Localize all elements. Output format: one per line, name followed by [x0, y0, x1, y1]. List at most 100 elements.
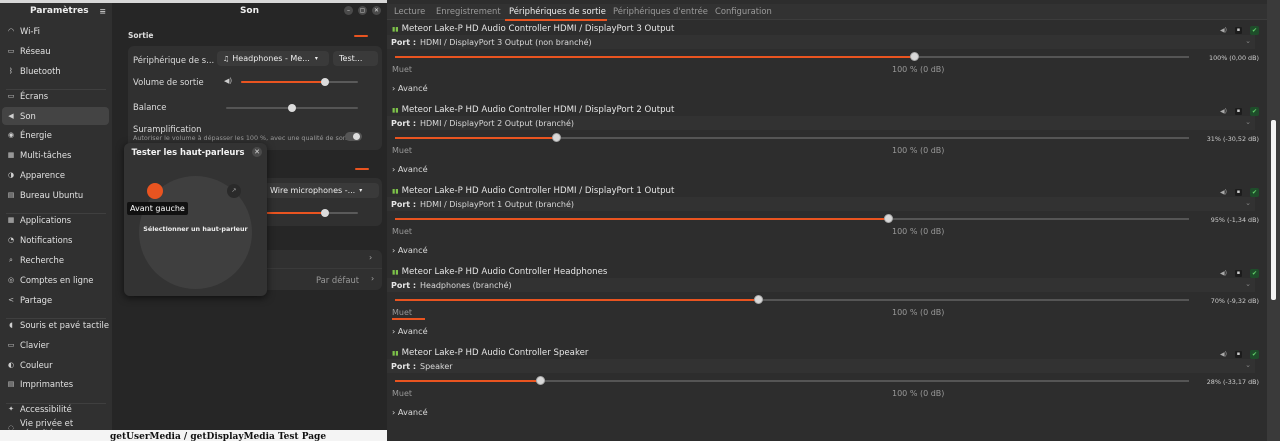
sidebar-item-label: Énergie	[20, 130, 52, 140]
port-selector[interactable]: Port : HDMI / DisplayPort 1 Output (branc…	[387, 197, 1255, 211]
sidebar-item-label: Multi-tâches	[20, 150, 72, 160]
volume-icon: ◀)	[224, 77, 233, 85]
sidebar-item-6[interactable]: ◉ Énergie	[2, 126, 109, 144]
volume-fill	[395, 56, 914, 58]
sidebar-item-12[interactable]: ⌕ Recherche	[2, 251, 109, 269]
device-controls: ◀) ▪ ✔	[1220, 269, 1259, 278]
sidebar-item-16[interactable]: ▭ Clavier	[2, 336, 109, 354]
sidebar-item-label: Wi-Fi	[20, 26, 40, 36]
close-icon[interactable]: ✕	[252, 147, 262, 157]
sound-card-icon: ▮▮	[392, 187, 399, 195]
input-volume-knob[interactable]	[321, 209, 330, 217]
default-value[interactable]: Par défaut	[316, 275, 359, 285]
advanced-expander[interactable]: › Avancé	[392, 245, 428, 255]
sidebar-item-label: Couleur	[20, 360, 53, 370]
port-selector[interactable]: Port : Headphones (branché) ⌄	[387, 278, 1255, 292]
volume-readout: 95% (-1,34 dB)	[1210, 216, 1259, 224]
volume-slider[interactable]	[395, 52, 1189, 61]
scrollbar[interactable]	[1267, 0, 1280, 441]
set-default-icon[interactable]: ✔	[1250, 188, 1259, 197]
apps-icon: ▦	[7, 216, 15, 224]
maximize-icon[interactable]: ▢	[358, 6, 367, 15]
device-controls: ◀) ▪ ✔	[1220, 26, 1259, 35]
tab-output-devices[interactable]: Périphériques de sortie	[509, 6, 606, 16]
sidebar-item-11[interactable]: ◔ Notifications	[2, 231, 109, 249]
port-selector[interactable]: Port : Speaker ⌄	[387, 359, 1255, 373]
sidebar-item-label: Imprimantes	[20, 379, 74, 389]
mute-toggle-icon[interactable]: ◀)	[1220, 189, 1227, 196]
port-label: Port :	[391, 362, 417, 371]
volume-slider[interactable]	[395, 295, 1189, 304]
port-selector[interactable]: Port : HDMI / DisplayPort 2 Output (branc…	[387, 116, 1255, 130]
sidebar-item-17[interactable]: ◐ Couleur	[2, 356, 109, 374]
lock-channels-icon[interactable]: ▪	[1235, 270, 1242, 277]
sidebar-item-7[interactable]: ▦ Multi-tâches	[2, 146, 109, 164]
device-name: ▮▮ Meteor Lake-P HD Audio Controller HDMI…	[392, 105, 674, 115]
volume-knob[interactable]	[536, 376, 546, 385]
input-level-indicator	[355, 168, 369, 170]
tab-configuration[interactable]: Configuration	[715, 6, 772, 16]
balance-knob[interactable]	[288, 104, 296, 112]
sidebar-item-1[interactable]: ◠ Wi-Fi	[2, 22, 109, 40]
volume-control-window: Lecture Enregistrement Périphériques de …	[387, 0, 1267, 441]
sidebar-item-8[interactable]: ◑ Apparence	[2, 166, 109, 184]
set-default-icon[interactable]: ✔	[1250, 269, 1259, 278]
tab-input-devices[interactable]: Périphériques d'entrée	[613, 6, 708, 16]
output-volume-slider[interactable]	[241, 78, 358, 86]
multitasking-icon: ▦	[7, 151, 15, 159]
volume-slider[interactable]	[395, 133, 1189, 142]
port-selector[interactable]: Port : HDMI / DisplayPort 3 Output (non b…	[387, 35, 1255, 49]
set-default-icon[interactable]: ✔	[1250, 107, 1259, 116]
volume-readout: 100% (0,00 dB)	[1209, 54, 1259, 62]
balance-slider[interactable]	[226, 104, 358, 112]
mute-toggle-icon[interactable]: ◀)	[1220, 27, 1227, 34]
sidebar-item-14[interactable]: < Partage	[2, 291, 109, 309]
chevron-right-icon[interactable]: ›	[369, 253, 372, 262]
input-device-select[interactable]: Wire microphones -... ▾	[264, 183, 379, 198]
advanced-expander[interactable]: › Avancé	[392, 164, 428, 174]
volume-knob[interactable]	[754, 295, 764, 304]
output-device-select[interactable]: ♫ Headphones - Me... ▾	[217, 51, 329, 66]
advanced-expander[interactable]: › Avancé	[392, 326, 428, 336]
sidebar-item-2[interactable]: ▭ Réseau	[2, 42, 109, 60]
lock-channels-icon[interactable]: ▪	[1235, 351, 1242, 358]
advanced-expander[interactable]: › Avancé	[392, 83, 428, 93]
output-volume-knob[interactable]	[321, 78, 330, 86]
overamp-toggle[interactable]	[345, 132, 362, 141]
mute-toggle-icon[interactable]: ◀)	[1220, 270, 1227, 277]
volume-knob[interactable]	[909, 52, 919, 61]
volume-slider[interactable]	[395, 376, 1189, 385]
lock-channels-icon[interactable]: ▪	[1235, 27, 1242, 34]
minimize-icon[interactable]: –	[344, 6, 353, 15]
port-value: Speaker	[420, 362, 453, 371]
hamburger-menu-icon[interactable]: ≡	[99, 7, 106, 16]
volume-knob[interactable]	[884, 214, 893, 223]
mute-toggle-icon[interactable]: ◀)	[1220, 108, 1227, 115]
sidebar-item-9[interactable]: ▤ Bureau Ubuntu	[2, 186, 109, 204]
scrollbar-thumb[interactable]	[1271, 120, 1276, 300]
tab-recording[interactable]: Enregistrement	[436, 6, 501, 16]
front-right-speaker-button[interactable]: ↗	[227, 184, 241, 198]
test-button[interactable]: Test...	[333, 51, 378, 66]
reference-level-label: 100 % (0 dB)	[892, 389, 945, 398]
lock-channels-icon[interactable]: ▪	[1235, 189, 1242, 196]
sidebar-item-3[interactable]: ᛒ Bluetooth	[2, 62, 109, 80]
sidebar-item-18[interactable]: ▤ Imprimantes	[2, 375, 109, 393]
mute-toggle-icon[interactable]: ◀)	[1220, 351, 1227, 358]
set-default-icon[interactable]: ✔	[1250, 26, 1259, 35]
sidebar-item-5[interactable]: ◀ Son	[2, 107, 109, 125]
front-left-speaker-button[interactable]	[147, 183, 163, 199]
sidebar-item-13[interactable]: ◎ Comptes en ligne	[2, 271, 109, 289]
close-icon[interactable]: ✕	[372, 6, 381, 15]
lock-channels-icon[interactable]: ▪	[1235, 108, 1242, 115]
chevron-right-icon[interactable]: ›	[371, 274, 374, 283]
device-name-text: Meteor Lake-P HD Audio Controller Headph…	[401, 267, 608, 277]
set-default-icon[interactable]: ✔	[1250, 350, 1259, 359]
advanced-expander[interactable]: › Avancé	[392, 407, 428, 417]
volume-knob[interactable]	[551, 133, 561, 142]
volume-slider[interactable]	[395, 214, 1189, 223]
overamp-label: Suramplification	[133, 124, 202, 134]
device-controls: ◀) ▪ ✔	[1220, 107, 1259, 116]
tab-playback[interactable]: Lecture	[394, 6, 425, 16]
overamp-description: Autoriser le volume à dépasser les 100 %…	[133, 134, 347, 142]
